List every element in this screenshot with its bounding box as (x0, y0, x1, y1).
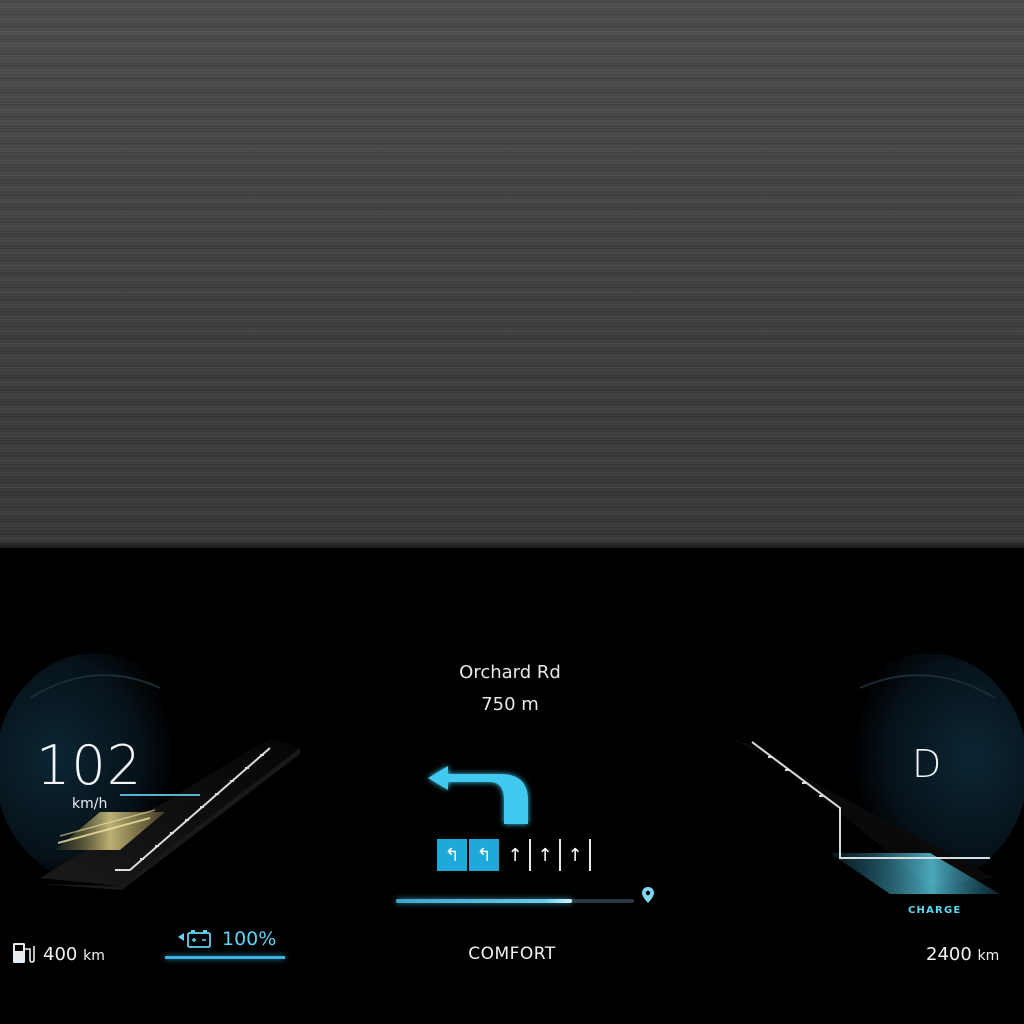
lane-straight-icon: ↑ (501, 839, 531, 871)
dashboard-trim-panel (0, 0, 1024, 548)
total-range-unit: km (977, 948, 1000, 964)
battery-icon (178, 930, 211, 948)
instrument-cluster: 102 km/h D CHARGE Orchard Rd 750 m ↰ ↰ ↑… (0, 548, 1024, 1024)
speed-unit: km/h (72, 796, 108, 812)
power-gauge-pod (730, 653, 1024, 894)
turn-distance: 750 m (481, 694, 539, 715)
turn-left-arrow-icon (428, 766, 528, 824)
street-name: Orchard Rd (459, 662, 561, 683)
fuel-pump-icon (13, 943, 35, 963)
lane-left-turn-icon: ↰ (469, 839, 499, 871)
total-range-value: 2400 (926, 944, 972, 965)
lane-left-turn-icon: ↰ (437, 839, 467, 871)
fuel-range-value: 400 (43, 944, 78, 965)
battery-percentage: 100% (222, 928, 277, 950)
speed-readout: 102 (36, 734, 143, 797)
total-range: 2400 km (926, 944, 999, 965)
lane-straight-icon: ↑ (531, 839, 561, 871)
gear-indicator: D (912, 742, 942, 786)
charge-label: CHARGE (908, 905, 962, 916)
destination-pin-icon (642, 887, 654, 903)
route-progress-fill (396, 899, 573, 903)
drive-mode: COMFORT (468, 944, 556, 964)
fuel-range: 400 km (43, 944, 105, 965)
lane-guidance: ↰ ↰ ↑ ↑ ↑ (437, 838, 591, 872)
fuel-range-unit: km (83, 948, 105, 964)
route-progress-bar (396, 899, 634, 903)
lane-straight-icon: ↑ (561, 839, 591, 871)
battery-level-bar (165, 956, 285, 959)
